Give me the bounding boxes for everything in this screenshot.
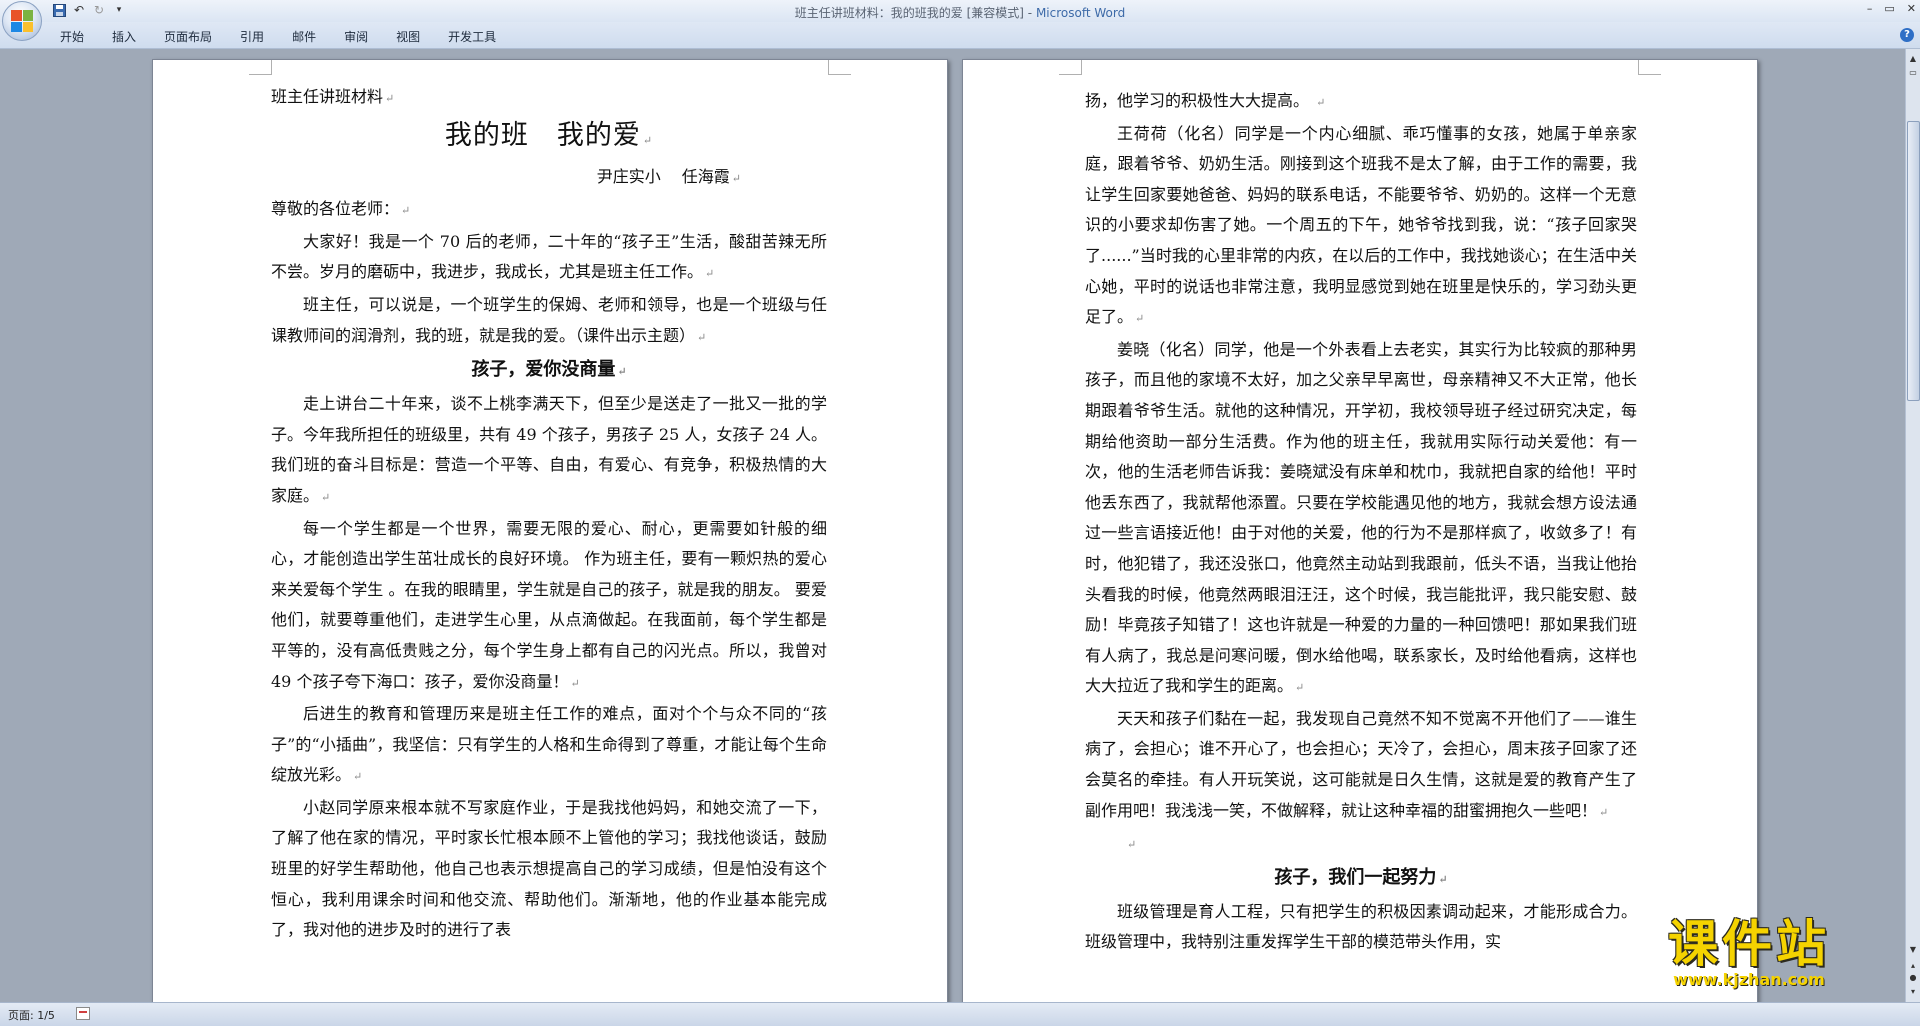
window-title: 班主任讲班材料：我的班我的爱 [兼容模式] - Microsoft Word	[0, 4, 1920, 21]
section-heading-text: 孩子，我们一起努力	[1274, 866, 1437, 888]
watermark-logo: 课件站 www.kjzhan.com	[1668, 918, 1830, 989]
tab-view[interactable]: 视图	[396, 28, 420, 45]
window-title-doc: 班主任讲班材料：我的班我的爱 [兼容模式]	[794, 6, 1024, 20]
paragraph-mark: ↵	[353, 770, 363, 784]
paragraph: 天天和孩子们黏在一起，我发现自己竟然不知不觉离不开他们了——谁生病了，会担心；谁…	[1085, 704, 1637, 828]
paragraph: 班主任，可以说是，一个班学生的保姆、老师和领导，也是一个班级与任课教师间的润滑剂…	[271, 290, 827, 353]
paragraph-text: 大家好！我是一个 70 后的老师，二十年的“孩子王”生活，酸甜苦辣无所不尝。岁月…	[271, 231, 827, 282]
paragraph-mark: ↵	[1135, 312, 1145, 326]
paragraph: 姜晓（化名）同学，他是一个外表看上去老实，其实行为比较疯的那种男孩子，而且他的家…	[1085, 335, 1637, 704]
ribbon-bar: 开始 插入 页面布局 引用 邮件 审阅 视图 开发工具 ?	[0, 22, 1920, 49]
salutation-text: 尊敬的各位老师：	[271, 199, 400, 219]
tab-page-layout[interactable]: 页面布局	[164, 28, 212, 45]
window-controls: – ▭ ✕	[1867, 2, 1916, 15]
paragraph-mark: ↵	[401, 204, 411, 218]
margin-corner-mark	[1059, 60, 1082, 75]
document-area[interactable]: 班主任讲班材料 ↵ 我的班 我的爱 ↵ 尹庄实小 任海霞 ↵ 尊敬的各位老师： ↵ 大家…	[0, 49, 1906, 1002]
paragraph-mark: ↵	[617, 365, 627, 379]
paragraph: 大家好！我是一个 70 后的老师，二十年的“孩子王”生活，酸甜苦辣无所不尝。岁月…	[271, 227, 827, 290]
tab-home[interactable]: 开始	[60, 28, 84, 45]
paragraph-text: 王荷荷（化名）同学是一个内心细腻、乖巧懂事的女孩，她属于单亲家庭，跟着爷爷、奶奶…	[1085, 123, 1637, 327]
author-line: 尹庄实小 任海霞 ↵	[271, 162, 827, 195]
tab-insert[interactable]: 插入	[112, 28, 136, 45]
paragraph: 班级管理是育人工程，只有把学生的积极因素调动起来，才能形成合力。班级管理中，我特…	[1085, 897, 1637, 958]
watermark-url: www.kjzhan.com	[1673, 970, 1825, 989]
page-text-right[interactable]: 扬，他学习的积极性大大提高。 ↵ 王荷荷（化名）同学是一个内心细腻、乖巧懂事的女…	[1085, 86, 1637, 958]
paragraph-mark: ↵	[321, 490, 331, 504]
salutation: 尊敬的各位老师： ↵	[271, 194, 827, 227]
paragraph: 后进生的教育和管理历来是班主任工作的难点，面对个个与众不同的“孩子”的“小插曲”…	[271, 699, 827, 793]
section-heading: 孩子，我们一起努力 ↵	[1085, 861, 1637, 897]
document-page-right[interactable]: 扬，他学习的积极性大大提高。 ↵ 王荷荷（化名）同学是一个内心细腻、乖巧懂事的女…	[962, 59, 1758, 1002]
paragraph-mark: ↵	[1295, 681, 1305, 695]
watermark-title: 课件站	[1668, 915, 1830, 973]
restore-icon[interactable]: ▭	[1884, 2, 1894, 15]
document-title: 我的班 我的爱 ↵	[271, 115, 827, 162]
header-line: 班主任讲班材料 ↵	[271, 82, 827, 115]
title-bar: ↶ ↻ ▾ 班主任讲班材料：我的班我的爱 [兼容模式] - Microsoft …	[0, 0, 1920, 41]
tab-developer[interactable]: 开发工具	[448, 28, 496, 45]
scrollbar-thumb[interactable]	[1907, 121, 1920, 401]
tab-review[interactable]: 审阅	[344, 28, 368, 45]
tab-references[interactable]: 引用	[240, 28, 264, 45]
paragraph-mark: ↵	[1438, 872, 1448, 886]
window-title-app: Microsoft Word	[1035, 6, 1126, 20]
paragraph-mark: ↵	[1599, 805, 1609, 819]
paragraph: 王荷荷（化名）同学是一个内心细腻、乖巧懂事的女孩，她属于单亲家庭，跟着爷爷、奶奶…	[1085, 119, 1637, 335]
page-indicator[interactable]: 页面: 1/5	[8, 1007, 55, 1023]
paragraph-text: 每一个学生都是一个世界，需要无限的爱心、耐心，更需要如针般的细心，才能创造出学生…	[271, 518, 827, 691]
scroll-down-icon[interactable]: ▼	[1907, 944, 1919, 956]
vertical-scrollbar[interactable]: ▲ ▭ ▼ ▴ ● ▾	[1905, 49, 1920, 1002]
previous-page-icon[interactable]: ▴	[1907, 960, 1919, 972]
paragraph-mark: ↵	[385, 92, 395, 105]
paragraph-mark: ↵	[570, 676, 580, 690]
paragraph-mark: ↵	[1127, 838, 1137, 852]
header-line-text: 班主任讲班材料	[271, 87, 384, 106]
scroll-up-icon[interactable]: ▲	[1907, 53, 1919, 65]
paragraph-mark: ↵	[705, 267, 715, 281]
section-heading: 孩子，爱你没商量 ↵	[271, 353, 827, 389]
margin-corner-mark	[1638, 60, 1661, 75]
next-page-icon[interactable]: ▾	[1907, 986, 1919, 998]
paragraph-text: 小赵同学原来根本就不写家庭作业，于是我找他妈妈，和她交流了一下，了解了他在家的情…	[271, 797, 827, 940]
paragraph-text: 扬，他学习的积极性大大提高。	[1085, 91, 1315, 110]
ruler-toggle-icon[interactable]: ▭	[1907, 67, 1919, 79]
paragraph-text: 班主任，可以说是，一个班学生的保姆、老师和领导，也是一个班级与任课教师间的润滑剂…	[271, 294, 827, 345]
help-icon[interactable]: ?	[1900, 28, 1914, 42]
minimize-icon[interactable]: –	[1867, 2, 1873, 15]
office-button[interactable]	[2, 1, 42, 41]
author-text: 尹庄实小 任海霞	[596, 166, 730, 186]
status-bar: 页面: 1/5	[0, 1002, 1920, 1026]
paragraph: 走上讲台二十年来，谈不上桃李满天下，但至少是送走了一批又一批的学子。今年我所担任…	[271, 389, 827, 513]
paragraph-text: 姜晓（化名）同学，他是一个外表看上去老实，其实行为比较疯的那种男孩子，而且他的家…	[1085, 339, 1637, 696]
paragraph-text: 班级管理是育人工程，只有把学生的积极因素调动起来，才能形成合力。班级管理中，我特…	[1085, 901, 1637, 952]
paragraph-mark: ↵	[697, 330, 707, 344]
margin-corner-mark	[828, 60, 851, 75]
paragraph-text: 天天和孩子们黏在一起，我发现自己竟然不知不觉离不开他们了——谁生病了，会担心；谁…	[1085, 708, 1637, 820]
tab-mailings[interactable]: 邮件	[292, 28, 316, 45]
paragraph: 每一个学生都是一个世界，需要无限的爱心、耐心，更需要如针般的细心，才能创造出学生…	[271, 514, 827, 700]
select-browse-object-icon[interactable]: ●	[1907, 972, 1919, 984]
paragraph: 扬，他学习的积极性大大提高。 ↵	[1085, 86, 1637, 119]
paragraph-mark: ↵	[1316, 96, 1326, 109]
office-logo-icon	[11, 10, 33, 32]
paragraph-mark: ↵	[731, 171, 741, 185]
empty-paragraph: ↵	[1085, 828, 1637, 861]
page-text-left[interactable]: 班主任讲班材料 ↵ 我的班 我的爱 ↵ 尹庄实小 任海霞 ↵ 尊敬的各位老师： ↵ 大家…	[271, 82, 827, 946]
document-page-left[interactable]: 班主任讲班材料 ↵ 我的班 我的爱 ↵ 尹庄实小 任海霞 ↵ 尊敬的各位老师： ↵ 大家…	[152, 59, 948, 1002]
window-title-separator: -	[1023, 6, 1036, 20]
paragraph: 小赵同学原来根本就不写家庭作业，于是我找他妈妈，和她交流了一下，了解了他在家的情…	[271, 793, 827, 946]
margin-corner-mark	[249, 60, 272, 75]
paragraph-text: 走上讲台二十年来，谈不上桃李满天下，但至少是送走了一批又一批的学子。今年我所担任…	[271, 394, 827, 505]
close-icon[interactable]: ✕	[1907, 2, 1916, 15]
document-title-text: 我的班 我的爱	[444, 119, 641, 151]
ribbon-tabs: 开始 插入 页面布局 引用 邮件 审阅 视图 开发工具	[60, 28, 524, 45]
proofing-icon[interactable]	[76, 1007, 90, 1020]
section-heading-text: 孩子，爱你没商量	[471, 359, 616, 381]
paragraph-mark: ↵	[642, 133, 654, 147]
